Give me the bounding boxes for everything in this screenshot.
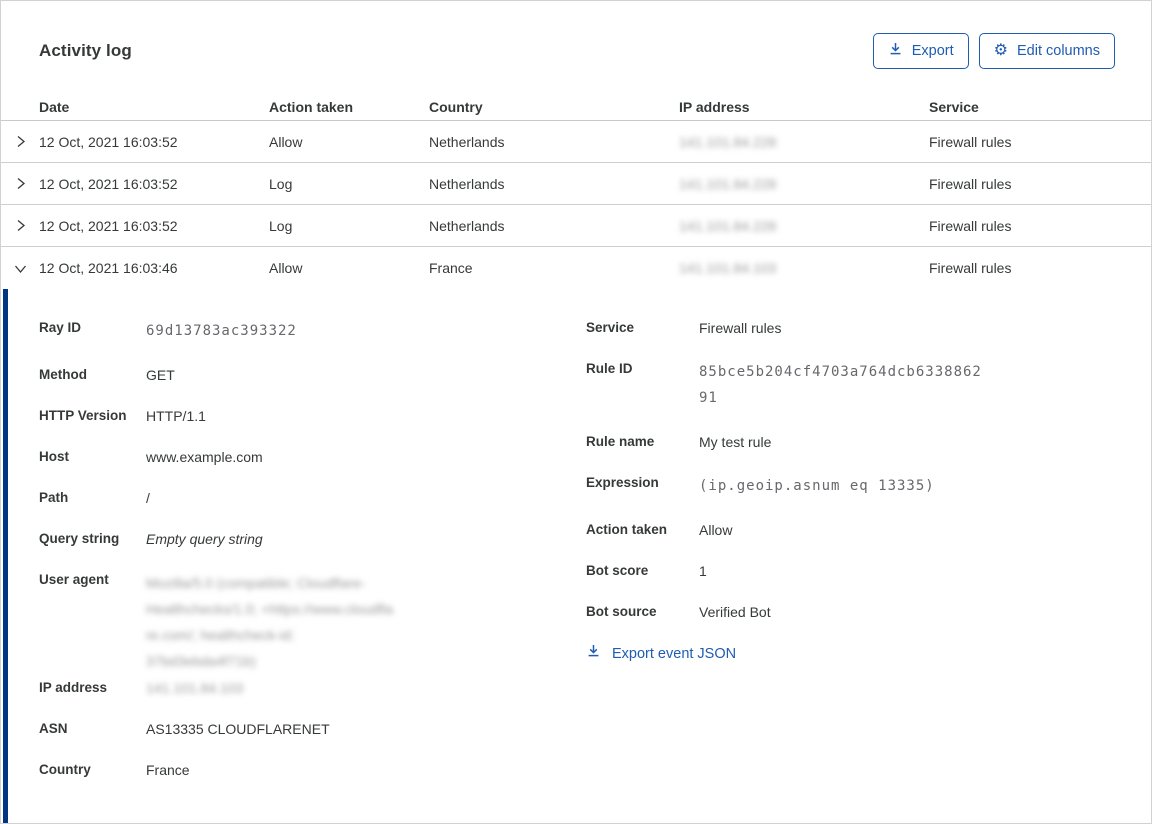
detail-field-expression: Expression (ip.geoip.asnum eq 13335)	[586, 473, 1151, 499]
export-button[interactable]: Export	[873, 33, 969, 69]
detail-field-action-taken: Action taken Allow	[586, 520, 1151, 540]
path-value: /	[146, 488, 150, 508]
chevron-right-icon[interactable]	[1, 135, 39, 148]
query-string-value: Empty query string	[146, 529, 263, 549]
cell-country: Netherlands	[429, 218, 679, 234]
action-taken-value: Allow	[699, 520, 732, 540]
cell-ip-redacted: 141.101.84.228	[679, 176, 929, 192]
expression-value: (ip.geoip.asnum eq 13335)	[699, 473, 935, 499]
topbar: Activity log Export ⚙ Edit columns	[1, 1, 1151, 94]
cell-action-taken: Log	[269, 218, 429, 234]
cell-action-taken: Log	[269, 176, 429, 192]
rule-id-value: 85bce5b204cf4703a764dcb633886291	[699, 359, 989, 411]
export-button-label: Export	[912, 42, 954, 60]
edit-columns-button-label: Edit columns	[1017, 42, 1100, 60]
column-header-date: Date	[39, 99, 269, 115]
detail-field-service: Service Firewall rules	[586, 318, 1151, 338]
download-icon	[586, 643, 601, 664]
chevron-down-icon[interactable]	[1, 262, 39, 275]
http-version-value: HTTP/1.1	[146, 406, 206, 426]
cell-service: Firewall rules	[929, 218, 1151, 234]
detail-field-method: Method GET	[39, 365, 586, 385]
column-header-action-taken: Action taken	[269, 99, 429, 115]
table-row-expanded[interactable]: 12 Oct, 2021 16:03:46 Allow France 141.1…	[1, 247, 1151, 289]
cell-ip-redacted: 141.101.84.228	[679, 134, 929, 150]
detail-field-host: Host www.example.com	[39, 447, 586, 467]
column-header-country: Country	[429, 99, 679, 115]
detail-field-ray-id: Ray ID 69d13783ac393322	[39, 318, 586, 344]
bot-source-value: Verified Bot	[699, 602, 771, 622]
toolbar: Export ⚙ Edit columns	[873, 33, 1115, 69]
detail-field-http-version: HTTP Version HTTP/1.1	[39, 406, 586, 426]
page-title: Activity log	[39, 41, 132, 61]
cell-date: 12 Oct, 2021 16:03:52	[39, 134, 269, 150]
detail-field-country: Country France	[39, 760, 586, 780]
event-detail-panel: Ray ID 69d13783ac393322 Method GET HTTP …	[3, 289, 1151, 823]
ray-id-value: 69d13783ac393322	[146, 318, 297, 344]
cell-date: 12 Oct, 2021 16:03:46	[39, 260, 269, 276]
export-event-json-link[interactable]: Export event JSON	[586, 643, 1151, 664]
table-header: Date Action taken Country IP address Ser…	[1, 94, 1151, 121]
detail-field-ip-address: IP address 141.101.84.103	[39, 678, 586, 698]
detail-right-column: Service Firewall rules Rule ID 85bce5b20…	[586, 318, 1151, 823]
cell-service: Firewall rules	[929, 176, 1151, 192]
detail-field-rule-id: Rule ID 85bce5b204cf4703a764dcb633886291	[586, 359, 1151, 411]
detail-field-bot-score: Bot score 1	[586, 561, 1151, 581]
cell-date: 12 Oct, 2021 16:03:52	[39, 218, 269, 234]
cell-country: Netherlands	[429, 176, 679, 192]
detail-field-path: Path /	[39, 488, 586, 508]
asn-value: AS13335 CLOUDFLARENET	[146, 719, 330, 739]
cell-country: France	[429, 260, 679, 276]
cell-date: 12 Oct, 2021 16:03:52	[39, 176, 269, 192]
export-event-json-label: Export event JSON	[612, 644, 736, 664]
host-value: www.example.com	[146, 447, 263, 467]
table-row[interactable]: 12 Oct, 2021 16:03:52 Log Netherlands 14…	[1, 205, 1151, 247]
ip-address-redacted: 141.101.84.103	[146, 678, 243, 698]
service-value: Firewall rules	[699, 318, 781, 338]
column-header-service: Service	[929, 99, 1151, 115]
detail-field-bot-source: Bot source Verified Bot	[586, 602, 1151, 622]
activity-log-panel: Activity log Export ⚙ Edit columns Date …	[0, 0, 1152, 824]
column-header-ip-address: IP address	[679, 99, 929, 115]
method-value: GET	[146, 365, 175, 385]
user-agent-redacted: Mozilla/5.0 (compatible; Cloudflare- Hea…	[146, 570, 393, 674]
detail-field-user-agent: User agent Mozilla/5.0 (compatible; Clou…	[39, 570, 586, 666]
cell-service: Firewall rules	[929, 260, 1151, 276]
cell-ip-redacted: 141.101.84.228	[679, 218, 929, 234]
cell-action-taken: Allow	[269, 260, 429, 276]
detail-field-query-string: Query string Empty query string	[39, 529, 586, 549]
bot-score-value: 1	[699, 561, 707, 581]
table-row[interactable]: 12 Oct, 2021 16:03:52 Allow Netherlands …	[1, 121, 1151, 163]
cell-service: Firewall rules	[929, 134, 1151, 150]
detail-left-column: Ray ID 69d13783ac393322 Method GET HTTP …	[39, 318, 586, 823]
cell-country: Netherlands	[429, 134, 679, 150]
edit-columns-button[interactable]: ⚙ Edit columns	[979, 33, 1115, 69]
gear-icon: ⚙	[994, 44, 1008, 58]
chevron-right-icon[interactable]	[1, 219, 39, 232]
detail-field-rule-name: Rule name My test rule	[586, 432, 1151, 452]
country-value: France	[146, 760, 190, 780]
rule-name-value: My test rule	[699, 432, 771, 452]
cell-ip-redacted: 141.101.84.103	[679, 260, 929, 276]
cell-action-taken: Allow	[269, 134, 429, 150]
chevron-right-icon[interactable]	[1, 177, 39, 190]
table-row[interactable]: 12 Oct, 2021 16:03:52 Log Netherlands 14…	[1, 163, 1151, 205]
detail-field-asn: ASN AS13335 CLOUDFLARENET	[39, 719, 586, 739]
download-icon	[888, 41, 903, 61]
